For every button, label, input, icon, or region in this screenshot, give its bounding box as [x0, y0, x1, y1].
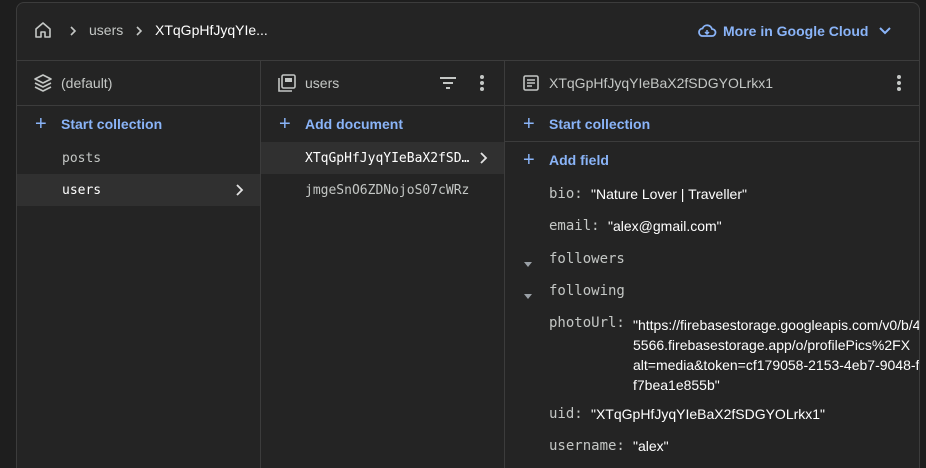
- collection-icon: [277, 73, 297, 93]
- field-key: username:: [549, 438, 625, 454]
- collection-item-posts[interactable]: posts: [17, 142, 260, 174]
- chevron-right-icon: [476, 151, 490, 165]
- database-stack-icon: [33, 73, 53, 93]
- document-icon: [521, 73, 541, 93]
- chevron-right-icon: [67, 24, 79, 36]
- field-key: email:: [549, 218, 600, 234]
- field-key: following: [549, 283, 625, 299]
- document-column-header: XTqGpHfJyqYIeBaX2fSDGYOLrkx1: [505, 61, 919, 106]
- chevron-right-icon: [133, 24, 145, 36]
- collection-item-users[interactable]: users: [17, 174, 260, 206]
- more-vert-icon[interactable]: [472, 73, 492, 93]
- breadcrumb: users XTqGpHfJyqYIe... More in Google Cl…: [17, 3, 919, 61]
- document-title: XTqGpHfJyqYIeBaX2fSDGYOLrkx1: [549, 75, 774, 91]
- plus-icon: +: [279, 113, 291, 135]
- caret-down-icon[interactable]: [523, 256, 533, 267]
- collection-label: users: [62, 182, 102, 198]
- chevron-down-icon[interactable]: [877, 22, 893, 38]
- collection-column: users + Add document XTqGpHfJyqYIeBaX2fS…: [261, 61, 505, 468]
- breadcrumb-document[interactable]: XTqGpHfJyqYIe...: [155, 22, 275, 38]
- start-subcollection-button[interactable]: + Start collection: [505, 106, 919, 142]
- document-column: XTqGpHfJyqYIeBaX2fSDGYOLrkx1 + Start col…: [505, 61, 920, 468]
- chevron-right-icon: [232, 183, 246, 197]
- breadcrumb-users[interactable]: users: [89, 22, 123, 38]
- plus-icon: +: [35, 113, 47, 135]
- document-item[interactable]: XTqGpHfJyqYIeBaX2fSDGYOLrkx1: [261, 142, 504, 174]
- more-vert-icon[interactable]: [889, 73, 909, 93]
- document-id: XTqGpHfJyqYIeBaX2fSDGYOLrkx1: [305, 150, 473, 166]
- document-id: jmgeSnO6ZDNojoS07cWRz: [305, 182, 470, 198]
- caret-down-icon[interactable]: [523, 288, 533, 299]
- collection-label: posts: [62, 150, 102, 166]
- start-collection-button[interactable]: + Start collection: [17, 106, 260, 142]
- start-collection-label: Start collection: [549, 115, 651, 132]
- more-in-google-cloud-button[interactable]: More in Google Cloud: [697, 18, 868, 44]
- field-photourl[interactable]: photoUrl: "https://firebasestorage.googl…: [505, 315, 920, 395]
- collection-title: users: [305, 75, 340, 91]
- root-title: (default): [61, 75, 113, 91]
- document-item[interactable]: jmgeSnO6ZDNojoS07cWRz: [261, 174, 504, 206]
- home-icon[interactable]: [33, 20, 53, 40]
- root-column-header: (default): [17, 61, 260, 106]
- field-value: "Nature Lover | Traveller": [591, 186, 747, 202]
- add-document-label: Add document: [305, 116, 403, 132]
- plus-icon: +: [523, 112, 535, 135]
- collection-column-header: users: [261, 61, 504, 106]
- field-key: uid:: [549, 406, 583, 422]
- add-field-button[interactable]: + Add field: [505, 142, 919, 178]
- cloud-icon: [698, 24, 717, 37]
- start-collection-label: Start collection: [61, 116, 163, 132]
- field-value: "https://firebasestorage.googleapis.com/…: [633, 317, 920, 393]
- plus-icon: +: [523, 149, 535, 171]
- field-key: bio:: [549, 186, 583, 202]
- field-key: followers: [549, 251, 625, 267]
- field-key: photoUrl:: [549, 315, 625, 331]
- add-document-button[interactable]: + Add document: [261, 106, 504, 142]
- filter-icon[interactable]: [438, 73, 458, 93]
- firestore-panel: users XTqGpHfJyqYIe... More in Google Cl…: [16, 2, 920, 468]
- more-in-google-cloud-label: More in Google Cloud: [723, 23, 869, 39]
- field-value: "alex": [633, 438, 669, 454]
- root-column: (default) + Start collection posts users: [17, 61, 261, 468]
- field-value: "alex@gmail.com": [608, 218, 722, 234]
- field-value: "XTqGpHfJyqYIeBaX2fSDGYOLrkx1": [591, 406, 826, 422]
- add-field-label: Add field: [549, 152, 609, 168]
